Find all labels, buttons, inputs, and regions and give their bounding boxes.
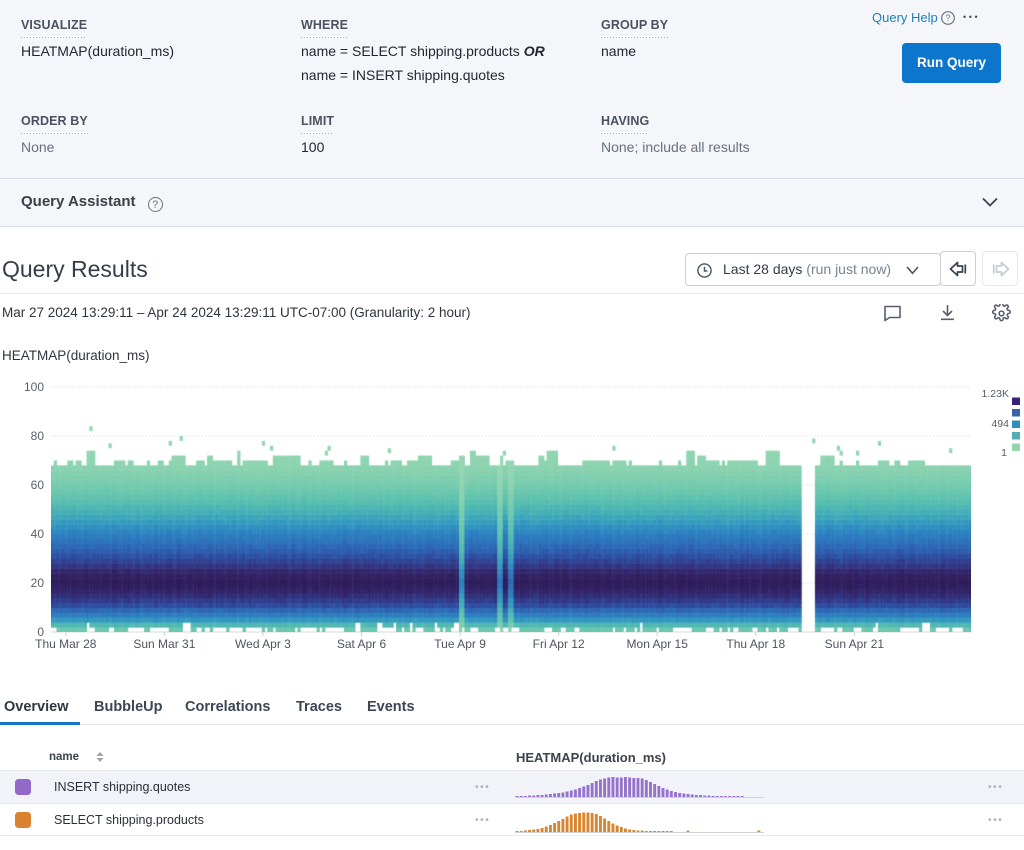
svg-text:80: 80: [31, 429, 45, 443]
svg-text:494: 494: [991, 418, 1009, 430]
svg-text:40: 40: [31, 527, 45, 541]
svg-text:20: 20: [31, 576, 45, 590]
svg-text:1.23K: 1.23K: [982, 388, 1009, 400]
svg-text:1: 1: [1001, 447, 1007, 459]
svg-text:Tue Apr 9: Tue Apr 9: [434, 637, 486, 651]
svg-text:Wed Apr 3: Wed Apr 3: [235, 637, 291, 651]
svg-text:Fri Apr 12: Fri Apr 12: [533, 637, 585, 651]
svg-text:100: 100: [24, 380, 44, 394]
svg-text:Sun Apr 21: Sun Apr 21: [825, 637, 885, 651]
svg-text:?: ?: [945, 13, 950, 23]
svg-text:Sun Mar 31: Sun Mar 31: [133, 637, 195, 651]
svg-text:Sat Apr 6: Sat Apr 6: [337, 637, 387, 651]
svg-text:Thu Apr 18: Thu Apr 18: [726, 637, 785, 651]
svg-text:Mon Apr 15: Mon Apr 15: [627, 637, 689, 651]
svg-text:60: 60: [31, 478, 45, 492]
svg-text:Thu Mar 28: Thu Mar 28: [35, 637, 97, 651]
